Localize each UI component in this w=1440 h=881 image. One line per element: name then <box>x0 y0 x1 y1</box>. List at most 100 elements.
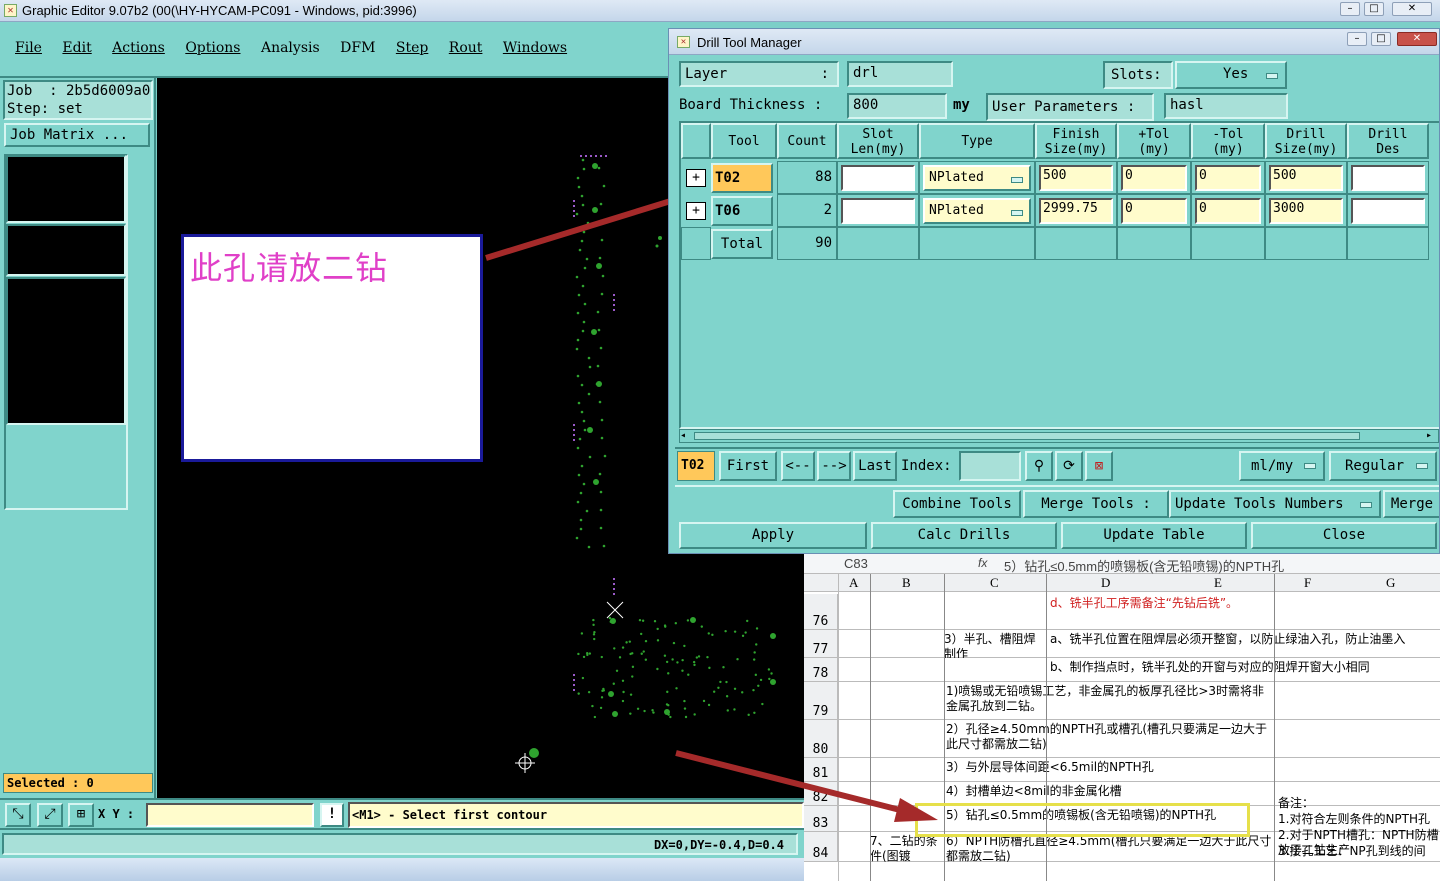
main-close-button[interactable]: ✕ <box>1392 2 1432 16</box>
scroll-right-arrow[interactable]: ▸ <box>1426 430 1438 442</box>
first-button[interactable]: First <box>719 451 777 481</box>
calc-drills-button[interactable]: Calc Drills <box>871 522 1057 549</box>
cell-c[interactable]: 7、二钻的条件(图镀 <box>870 834 940 862</box>
xy-input[interactable] <box>146 803 314 827</box>
menu-step[interactable]: Step <box>396 40 428 56</box>
type-field[interactable]: NPlated <box>923 198 1031 224</box>
prev-button[interactable]: <-- <box>781 451 815 481</box>
ptol-field[interactable]: 0 <box>1121 198 1187 224</box>
row-expand-icon[interactable]: + <box>686 202 706 220</box>
sheet-row[interactable]: 78 b、制作挡点时，铣半孔处的开窗与对应的阻焊开窗大小相同 <box>804 658 1440 682</box>
menu-options[interactable]: Options <box>185 40 240 56</box>
cell-c[interactable]: 3）半孔、槽阻焊制作 <box>944 632 1040 658</box>
cell-d[interactable]: b、制作挡点时，铣半孔处的开窗与对应的阻焊开窗大小相同 <box>1050 660 1440 682</box>
note-line[interactable]: 1.对符合左则条件的NPTH孔 <box>1278 812 1440 828</box>
col-d[interactable]: D <box>1101 575 1110 591</box>
zoom-tool-icon[interactable]: ⤡ <box>5 803 31 827</box>
cell-c[interactable] <box>944 596 1040 630</box>
sheet-row[interactable]: 81 3）与外层导体间距<6.5mil的NPTH孔 <box>804 758 1440 782</box>
column-header[interactable]: Tool <box>711 123 777 159</box>
note-line[interactable]: 备注： <box>1278 796 1440 812</box>
col-a[interactable]: A <box>849 575 858 591</box>
cell-d[interactable]: 2）孔径≥4.50mm的NPTH孔或槽孔(槽孔只要满足一边大于此尺寸都需放二钻) <box>946 722 1272 758</box>
row-number[interactable]: 81 <box>804 758 838 781</box>
cell-d[interactable]: 1)喷锡或无铅喷锡工艺，非金属孔的板厚孔径比>3时需将非金属孔放到二钻。 <box>946 684 1272 720</box>
formula-text[interactable]: 5）钻孔≤0.5mm的喷锡板(含无铅喷锡)的NPTH孔 <box>1004 556 1284 575</box>
search-tool-icon[interactable]: ⚲ <box>1025 451 1053 481</box>
des-field[interactable] <box>1351 165 1425 191</box>
cell-ref[interactable]: C83 <box>844 556 868 571</box>
units-dropdown[interactable]: ml/my <box>1239 451 1325 481</box>
cell-d[interactable]: a、铣半孔位置在阻焊层必须开整窗，以防止绿油入孔，防止油墨入 <box>1050 632 1440 658</box>
row-number[interactable]: 84 <box>804 832 838 861</box>
sheet-row[interactable]: 76 d、铣半孔工序需备注“先钻后铣”。 <box>804 594 1440 630</box>
note-line[interactable]: 3.接孔工艺：NP孔到线的间 <box>1278 844 1440 860</box>
dialog-minimize-button[interactable]: – <box>1347 32 1367 46</box>
ntol-field[interactable]: 0 <box>1195 198 1261 224</box>
row-number[interactable]: 77 <box>804 630 838 657</box>
column-header[interactable]: Type <box>919 123 1035 159</box>
update-tools-numbers-button[interactable]: Update Tools Numbers <box>1169 490 1381 518</box>
user-params-field[interactable]: hasl <box>1164 93 1288 119</box>
cell-d[interactable]: d、铣半孔工序需备注“先钻后铣”。 <box>1050 596 1440 630</box>
col-f[interactable]: F <box>1304 575 1311 591</box>
row-number[interactable]: 83 <box>804 806 838 831</box>
column-header[interactable]: +Tol (my) <box>1117 123 1191 159</box>
ptol-field[interactable]: 0 <box>1121 165 1187 191</box>
row-number[interactable]: 82 <box>804 782 838 805</box>
sheet-row[interactable]: 80 2）孔径≥4.50mm的NPTH孔或槽孔(槽孔只要满足一边大于此尺寸都需放二… <box>804 720 1440 758</box>
update-table-button[interactable]: Update Table <box>1061 522 1247 549</box>
combine-tools-button[interactable]: Combine Tools <box>893 490 1021 518</box>
close-button[interactable]: Close <box>1251 522 1437 549</box>
cell-c[interactable] <box>944 660 1040 682</box>
merge-tools-button[interactable]: Merge Tools : <box>1023 490 1169 518</box>
board-thickness-field[interactable]: 800 <box>847 93 947 119</box>
finish-field[interactable]: 500 <box>1039 165 1113 191</box>
col-g[interactable]: G <box>1386 575 1395 591</box>
menu-analysis[interactable]: Analysis <box>261 40 320 56</box>
menu-file[interactable]: File <box>15 40 42 56</box>
col-b[interactable]: B <box>902 575 911 591</box>
menu-dfm[interactable]: DFM <box>340 40 375 56</box>
row-number[interactable]: 78 <box>804 658 838 681</box>
column-header[interactable]: Drill Size(my) <box>1265 123 1347 159</box>
last-button[interactable]: Last <box>853 451 897 481</box>
menu-edit[interactable]: Edit <box>62 40 91 56</box>
menu-actions[interactable]: Actions <box>112 40 165 56</box>
column-header[interactable]: Slot Len(my) <box>837 123 919 159</box>
next-button[interactable]: --> <box>817 451 851 481</box>
type-field[interactable]: NPlated <box>923 165 1031 191</box>
column-header[interactable]: -Tol (my) <box>1191 123 1265 159</box>
index-field[interactable] <box>959 451 1021 481</box>
table-hscrollbar[interactable]: ◂ ▸ <box>679 429 1439 443</box>
slot-len-field[interactable] <box>841 165 915 191</box>
cell-d[interactable]: 6）NPTH防槽孔直径≥4.5mm(槽孔只要满足一边大于此尺寸都需放二钻) <box>946 834 1272 862</box>
dialog-close-button[interactable]: ✕ <box>1397 32 1437 46</box>
column-header[interactable]: Drill Des <box>1347 123 1429 159</box>
mode-dropdown[interactable]: Regular <box>1329 451 1437 481</box>
scroll-left-arrow[interactable]: ◂ <box>680 430 692 442</box>
alert-icon[interactable]: ! <box>320 803 344 827</box>
job-matrix-button[interactable]: Job Matrix ... <box>4 123 150 147</box>
layer-field[interactable]: drl <box>847 61 953 87</box>
menu-windows[interactable]: Windows <box>503 40 567 56</box>
row-number[interactable]: 76 <box>804 594 838 629</box>
refresh-tool-icon[interactable]: ⟳ <box>1055 451 1083 481</box>
des-field[interactable] <box>1351 198 1425 224</box>
sheet-row[interactable]: 79 1)喷锡或无铅喷锡工艺，非金属孔的板厚孔径比>3时需将非金属孔放到二钻。 <box>804 682 1440 720</box>
delete-tool-icon[interactable]: ⊠ <box>1085 451 1113 481</box>
grid-tool-icon[interactable]: ⊞ <box>68 803 94 827</box>
main-maximize-button[interactable]: □ <box>1364 2 1384 16</box>
slot-len-field[interactable] <box>841 198 915 224</box>
sheet-row[interactable]: 77 3）半孔、槽阻焊制作 a、铣半孔位置在阻焊层必须开整窗，以防止绿油入孔，防止油… <box>804 630 1440 658</box>
tool-button-t06[interactable]: T06 <box>711 196 773 226</box>
ntol-field[interactable]: 0 <box>1195 165 1261 191</box>
drill-field[interactable]: 500 <box>1269 165 1343 191</box>
apply-button[interactable]: Apply <box>679 522 867 549</box>
finish-field[interactable]: 2999.75 <box>1039 198 1113 224</box>
drill-field[interactable]: 3000 <box>1269 198 1343 224</box>
row-number[interactable]: 79 <box>804 682 838 719</box>
col-e[interactable]: E <box>1214 575 1222 591</box>
cell-d[interactable]: 3）与外层导体间距<6.5mil的NPTH孔 <box>946 760 1272 782</box>
scroll-thumb[interactable] <box>694 432 1360 440</box>
